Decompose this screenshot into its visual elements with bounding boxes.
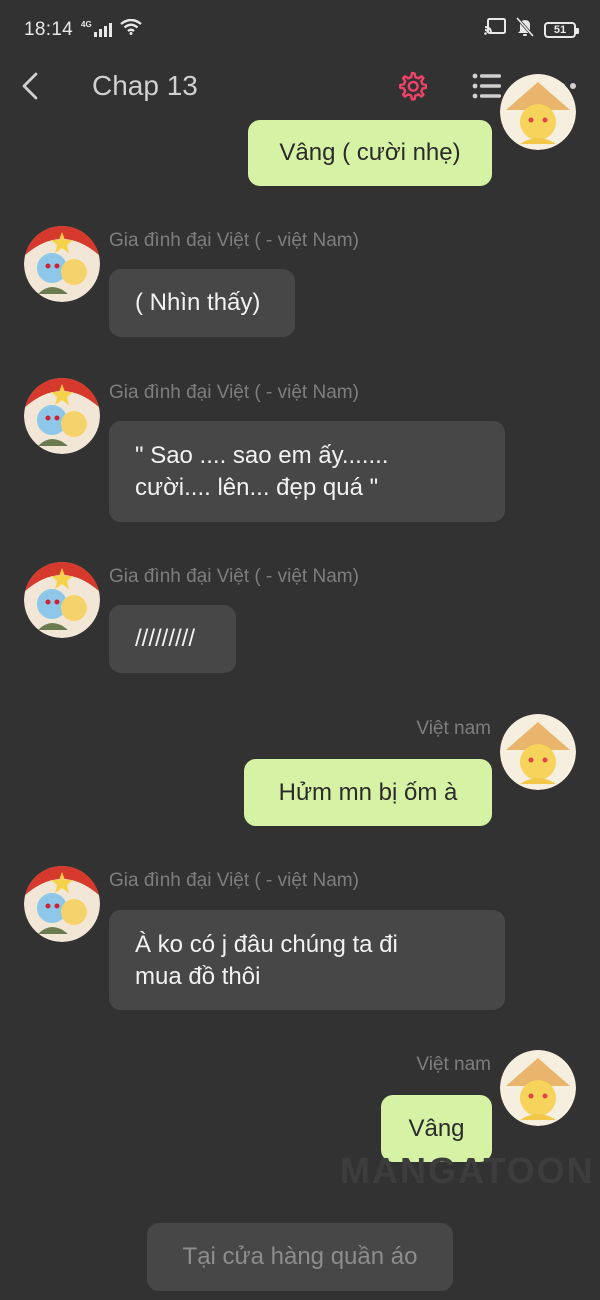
status-time: 18:14: [24, 19, 74, 40]
message-bubble: À ko có j đâu chúng ta đi mua đồ thôi: [109, 910, 505, 1010]
avatar-family: [24, 226, 100, 302]
message-bubble: " Sao .... sao em ấy....... cười.... lên…: [109, 421, 505, 522]
status-bar: 18:14 4G 51: [0, 0, 600, 60]
message-line: " Sao .... sao em ấy.......: [135, 442, 389, 469]
silent-icon: [515, 17, 535, 43]
signal-icon: [93, 23, 112, 37]
cast-icon: [484, 18, 506, 42]
back-arrow-icon[interactable]: [14, 66, 46, 106]
sender-name: Gia đình đại Việt ( - việt Nam): [109, 230, 359, 251]
gear-icon[interactable]: [392, 66, 432, 106]
message-line: À ko có j đâu chúng ta đi: [135, 931, 398, 958]
sender-name: Gia đình đại Việt ( - việt Nam): [109, 566, 359, 587]
message-line: cười.... lên... đẹp quá ": [135, 474, 379, 501]
message-bubble: /////////: [109, 605, 236, 673]
message-bubble: Hửm mn bị ốm à: [244, 759, 492, 826]
avatar-vietnam: [500, 74, 576, 150]
wifi-icon: [119, 18, 142, 41]
battery-icon: 51: [544, 22, 579, 38]
message-bubble: ( Nhìn thấy): [109, 269, 295, 337]
avatar-family: [24, 378, 100, 454]
watermark: MANGATOON: [340, 1150, 595, 1191]
avatar-family: [24, 866, 100, 942]
avatar-vietnam: [500, 714, 576, 790]
chapter-title: Chap 13: [92, 70, 198, 101]
avatar-vietnam: [500, 1050, 576, 1126]
narration-box: Tại cửa hàng quần áo: [147, 1223, 453, 1291]
avatar-family: [24, 562, 100, 638]
sender-name: Gia đình đại Việt ( - việt Nam): [109, 382, 359, 403]
message-bubble: Vâng ( cười nhẹ): [248, 120, 492, 186]
network-type: 4G: [81, 19, 92, 29]
sender-name: Việt nam: [416, 1054, 491, 1075]
sender-name: Việt nam: [416, 718, 491, 739]
sender-name: Gia đình đại Việt ( - việt Nam): [109, 870, 359, 891]
message-line: mua đồ thôi: [135, 963, 261, 990]
